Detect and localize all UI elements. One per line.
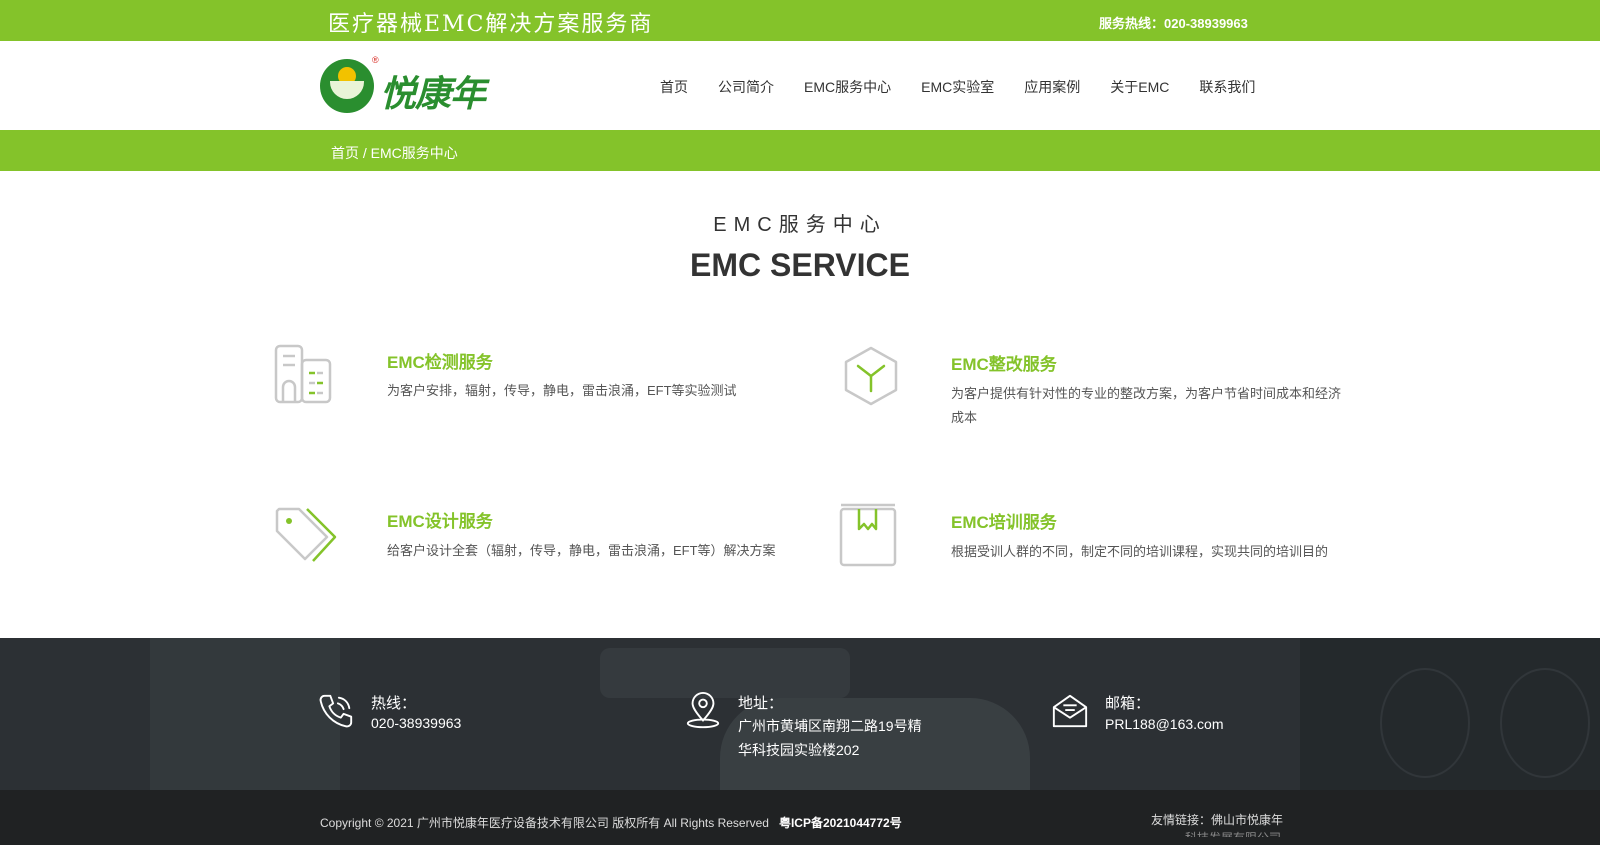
service-desc: 根据受训人群的不同，制定不同的培训课程，实现共同的培训目的 [951, 544, 1329, 559]
footer-address-label: 地址： [738, 695, 784, 712]
cube-icon [844, 346, 898, 406]
site-slogan: 医疗器械EMC解决方案服务商 [328, 12, 654, 37]
breadcrumb-bar: 首页 / EMC服务中心 [0, 130, 1600, 171]
nav-item-home[interactable]: 首页 [660, 77, 688, 97]
breadcrumb: 首页 / EMC服务中心 [331, 143, 458, 163]
breadcrumb-home[interactable]: 首页 [331, 145, 359, 161]
footer-phone-label: 热线： [371, 695, 417, 712]
tag-icon [275, 507, 337, 562]
nav-item-emc-service[interactable]: EMC服务中心 [804, 77, 891, 97]
nav-item-contact[interactable]: 联系我们 [1199, 77, 1255, 97]
footer-email-label: 邮箱： [1105, 695, 1151, 712]
footer-address: 地址： 广州市黄埔区南翔二路19号精 华科技园实验楼202 [684, 692, 944, 762]
service-title[interactable]: EMC设计服务 [387, 507, 493, 532]
footer-phone: 热线： 020-38939963 [317, 692, 537, 742]
nav-item-cases[interactable]: 应用案例 [1024, 77, 1080, 97]
logo-mark-icon [320, 59, 374, 113]
footer-email: 邮箱： PRL188@163.com [1051, 692, 1281, 742]
header: ® 悦康年 首页 公司简介 EMC服务中心 EMC实验室 应用案例 关于EMC … [0, 41, 1600, 130]
service-desc: 给客户设计全套（辐射，传导，静电，雷击浪涌，EFT等）解决方案 [387, 543, 776, 558]
logo[interactable]: ® 悦康年 [318, 55, 498, 115]
service-hotline: 服务热线：020-38939963 [1099, 16, 1248, 31]
footer-contact: 热线： 020-38939963 地址： 广州市黄埔区南翔二路19号精 华科技园… [0, 638, 1600, 790]
service-item-training[interactable]: EMC培训服务 根据受训人群的不同，制定不同的培训课程，实现共同的培训目的 [839, 503, 1359, 573]
footer-address-line1: 广州市黄埔区南翔二路19号精 [738, 718, 922, 734]
copyright-line: Copyright © 2021 广州市悦康年医疗设备技术有限公司 版权所有 A… [320, 814, 902, 831]
icp-number[interactable]: 粤ICP备2021044772号 [779, 816, 902, 830]
registered-mark: ® [372, 55, 379, 65]
service-item-rectification[interactable]: EMC整改服务 为客户提供有针对性的专业的整改方案，为客户节省时间成本和经济成本 [839, 344, 1359, 434]
copyright-bar: Copyright © 2021 广州市悦康年医疗设备技术有限公司 版权所有 A… [0, 790, 1600, 845]
phone-icon [319, 694, 353, 728]
service-title[interactable]: EMC检测服务 [387, 348, 493, 373]
breadcrumb-current[interactable]: EMC服务中心 [371, 145, 458, 161]
logo-brand-text: 悦康年 [380, 73, 486, 115]
footer-address-line2: 华科技园实验楼202 [738, 742, 860, 758]
section-heading: EMC服务中心 EMC SERVICE [0, 208, 1600, 284]
book-icon [839, 503, 897, 567]
service-item-testing[interactable]: EMC检测服务 为客户安排，辐射，传导，静电，雷击浪涌，EFT等实验测试 [273, 343, 793, 423]
nav-item-emc-lab[interactable]: EMC实验室 [921, 77, 994, 97]
main-nav: 首页 公司简介 EMC服务中心 EMC实验室 应用案例 关于EMC 联系我们 [660, 77, 1255, 97]
service-title[interactable]: EMC培训服务 [951, 508, 1057, 533]
building-icon [274, 344, 332, 404]
envelope-icon [1052, 694, 1088, 728]
service-item-design[interactable]: EMC设计服务 给客户设计全套（辐射，传导，静电，雷击浪涌，EFT等）解决方案 [273, 503, 793, 573]
copyright-text: Copyright © 2021 广州市悦康年医疗设备技术有限公司 版权所有 A… [320, 816, 769, 830]
service-desc: 为客户提供有针对性的专业的整改方案，为客户节省时间成本和经济成本 [951, 386, 1342, 425]
service-desc: 为客户安排，辐射，传导，静电，雷击浪涌，EFT等实验测试 [387, 383, 737, 398]
service-title[interactable]: EMC整改服务 [951, 350, 1057, 375]
section-title-cn: EMC服务中心 [713, 214, 887, 236]
section-title-en: EMC SERVICE [690, 247, 910, 283]
footer-email-value[interactable]: PRL188@163.com [1105, 712, 1224, 736]
breadcrumb-separator: / [359, 145, 371, 161]
location-pin-icon [686, 692, 720, 729]
nav-item-about-emc[interactable]: 关于EMC [1110, 77, 1169, 97]
friend-links[interactable]: 友情链接：佛山市悦康年 [1151, 811, 1283, 828]
footer-phone-value[interactable]: 020-38939963 [371, 711, 461, 735]
friend-links-overflow[interactable]: 科技发展有限公司 [1185, 829, 1281, 837]
top-bar: 医疗器械EMC解决方案服务商 服务热线：020-38939963 [0, 0, 1600, 41]
nav-item-about-company[interactable]: 公司简介 [718, 77, 774, 97]
